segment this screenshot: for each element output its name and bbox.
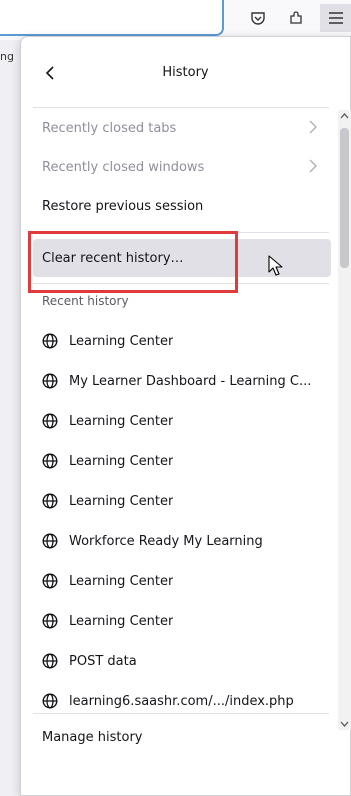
history-item[interactable]: Learning Center — [33, 482, 331, 520]
globe-icon — [42, 413, 58, 429]
history-item[interactable]: Learning Center — [33, 562, 331, 600]
browser-toolbar — [0, 0, 351, 40]
history-item-label: Learning Center — [69, 613, 174, 629]
history-item[interactable]: My Learner Dashboard - Learning C... — [33, 362, 331, 400]
globe-icon — [42, 333, 58, 349]
highlight-box — [28, 231, 238, 293]
menu-item-label: Restore previous session — [42, 198, 204, 214]
history-item-label: POST data — [69, 653, 137, 669]
history-item-label: Learning Center — [69, 333, 174, 349]
scroll-thumb[interactable] — [340, 128, 349, 268]
history-item[interactable]: POST data — [33, 642, 331, 680]
recently-closed-tabs-item[interactable]: Recently closed tabs — [33, 109, 331, 147]
globe-icon — [42, 613, 58, 629]
history-item-label: Workforce Ready My Learning — [69, 533, 263, 549]
history-item[interactable]: Learning Center — [33, 402, 331, 440]
scroll-up-arrow-icon[interactable] — [340, 112, 349, 121]
history-item-label: learning6.saashr.com/.../index.php — [69, 693, 294, 709]
panel-title: History — [162, 65, 209, 80]
chevron-right-icon — [309, 120, 317, 134]
history-item-label: Learning Center — [69, 493, 174, 509]
divider — [33, 713, 329, 714]
history-item[interactable]: Learning Center — [33, 602, 331, 640]
pocket-icon[interactable] — [244, 4, 272, 32]
history-item-label: Learning Center — [69, 453, 174, 469]
extensions-icon[interactable] — [282, 4, 310, 32]
globe-icon — [42, 453, 58, 469]
scrollbar[interactable] — [338, 110, 351, 730]
history-item[interactable]: Workforce Ready My Learning — [33, 522, 331, 560]
globe-icon — [42, 573, 58, 589]
chevron-right-icon — [309, 159, 317, 173]
scroll-down-arrow-icon[interactable] — [340, 719, 349, 728]
globe-icon — [42, 533, 58, 549]
history-item[interactable]: Learning Center — [33, 442, 331, 480]
globe-icon — [42, 693, 58, 709]
menu-item-label: Manage history — [42, 729, 143, 745]
history-item-label: Learning Center — [69, 413, 174, 429]
manage-history-item[interactable]: Manage history — [33, 718, 331, 756]
globe-icon — [42, 493, 58, 509]
divider — [33, 107, 329, 108]
history-item[interactable]: Learning Center — [33, 322, 331, 360]
history-item-label: My Learner Dashboard - Learning C... — [69, 373, 312, 389]
url-bar[interactable] — [0, 0, 224, 36]
recent-history-heading: Recent history — [42, 294, 129, 308]
menu-item-label: Recently closed windows — [42, 159, 205, 175]
history-item[interactable]: learning6.saashr.com/.../index.php — [33, 682, 331, 720]
history-item-label: Learning Center — [69, 573, 174, 589]
restore-previous-session-item[interactable]: Restore previous session — [33, 187, 331, 225]
history-panel: History Recently closed tabs Recently cl… — [20, 36, 351, 796]
menu-item-label: Recently closed tabs — [42, 120, 177, 136]
globe-icon — [42, 653, 58, 669]
recently-closed-windows-item[interactable]: Recently closed windows — [33, 148, 331, 186]
mouse-pointer-icon — [268, 255, 283, 276]
menu-icon[interactable] — [320, 4, 351, 32]
background-page-text: ng — [0, 50, 14, 63]
panel-header: History — [21, 37, 350, 107]
globe-icon — [42, 373, 58, 389]
